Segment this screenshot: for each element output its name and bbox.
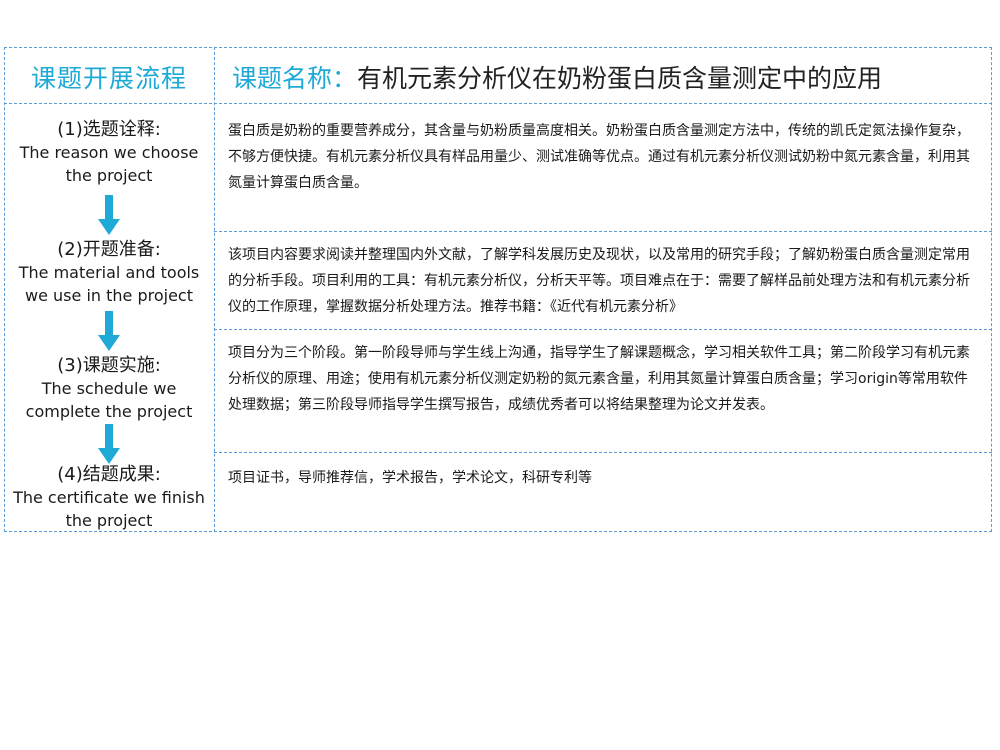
step-2: (2)开题准备: The material and tools we use i…: [6, 238, 212, 307]
project-title-text: 有机元素分析仪在奶粉蛋白质含量测定中的应用: [357, 64, 883, 93]
step-2-subtitle: The material and tools we use in the pro…: [18, 263, 200, 305]
row-divider-3: [214, 452, 992, 453]
step-2-title: (2)开题准备:: [57, 239, 161, 260]
step-1-title: (1)选题诠释:: [57, 119, 161, 140]
column-divider: [214, 47, 215, 532]
arrow-down-icon: [98, 311, 120, 351]
step-2-description: 该项目内容要求阅读并整理国内外文献，了解学科发展历史及现状，以及常用的研究手段；…: [228, 247, 970, 315]
arrow-down-icon: [98, 424, 120, 464]
project-title-label: 课题名称：: [232, 64, 358, 93]
step-3-title: (3)课题实施:: [57, 355, 161, 376]
step-1-subtitle: The reason we choose the project: [19, 143, 199, 185]
row-divider-1: [214, 231, 992, 232]
step-4-subtitle: The certificate we finish the project: [13, 488, 205, 530]
step-4-description: 项目证书，导师推荐信，学术报告，学术论文，科研专利等: [228, 470, 592, 486]
step-3: (3)课题实施: The schedule we complete the pr…: [6, 354, 212, 423]
step-3-description: 项目分为三个阶段。第一阶段导师与学生线上沟通，指导学生了解课题概念，学习相关软件…: [228, 345, 970, 413]
step-4: (4)结题成果: The certificate we finish the p…: [6, 463, 212, 532]
step-4-title: (4)结题成果:: [57, 464, 161, 485]
header-divider: [4, 103, 992, 104]
project-title: 课题名称： 有机元素分析仪在奶粉蛋白质含量测定中的应用: [232, 52, 882, 102]
process-heading: 课题开展流程: [30, 64, 187, 93]
step-1-description: 蛋白质是奶粉的重要营养成分，其含量与奶粉质量高度相关。奶粉蛋白质含量测定方法中，…: [228, 123, 970, 191]
row-divider-2: [214, 329, 992, 330]
step-3-subtitle: The schedule we complete the project: [25, 379, 193, 421]
step-1: (1)选题诠释: The reason we choose the projec…: [6, 118, 212, 187]
arrow-down-icon: [98, 195, 120, 235]
